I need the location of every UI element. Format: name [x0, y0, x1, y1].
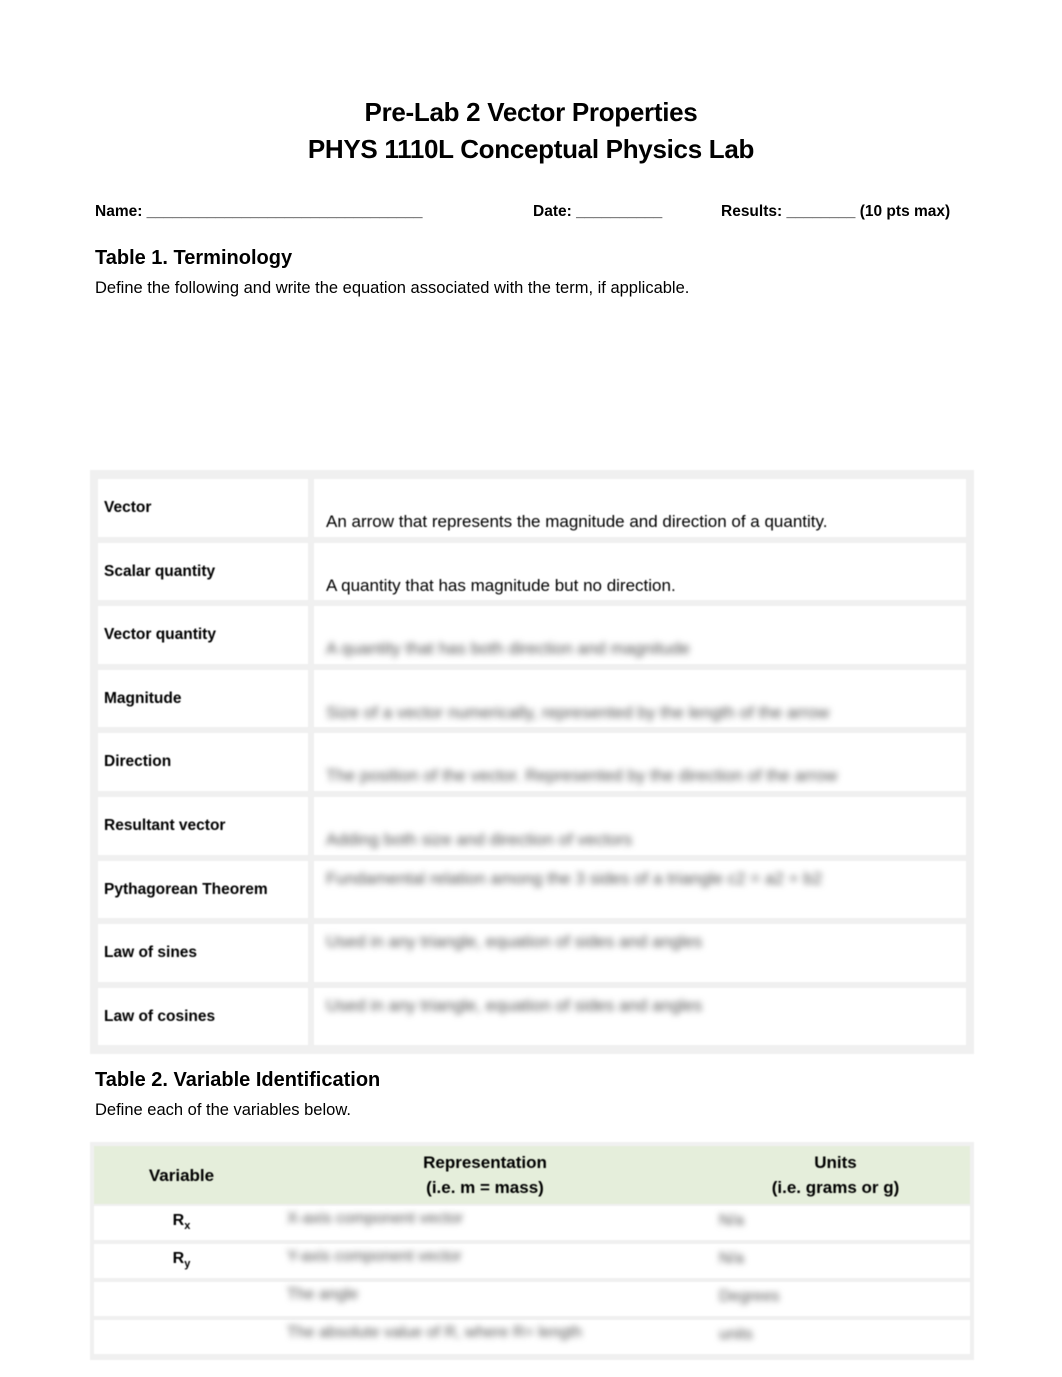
- table-row: Direction The position of the vector. Rep…: [96, 730, 968, 794]
- definition-text: A quantity that has magnitude but no dir…: [326, 575, 676, 595]
- units-cell[interactable]: N/a: [689, 1244, 970, 1278]
- representation-text: The angle: [287, 1286, 359, 1303]
- representation-cell[interactable]: The absolute value of R, where R= length: [269, 1320, 689, 1354]
- course-title: PHYS 1110L Conceptual Physics Lab: [307, 134, 755, 164]
- table-row: Resultant vector Adding both size and dir…: [96, 794, 968, 858]
- definition-text: A quantity that has both direction and m…: [326, 639, 690, 659]
- column-header-representation: Representation (i.e. m = mass): [275, 1146, 695, 1204]
- units-text: Degrees: [719, 1288, 780, 1305]
- header-line: (i.e. m = mass): [426, 1178, 544, 1197]
- units-text: N/a: [719, 1250, 744, 1267]
- definition-text: Fundamental relation among the 3 sides o…: [326, 868, 823, 888]
- units-cell[interactable]: units: [689, 1320, 970, 1354]
- term-cell: Law of cosines: [98, 987, 308, 1046]
- term-cell: Vector quantity: [98, 606, 308, 664]
- definition-text: The position of the vector. Represented …: [326, 766, 838, 786]
- definition-cell[interactable]: An arrow that represents the magnitude a…: [314, 479, 966, 537]
- term-cell: Vector: [98, 479, 308, 537]
- definition-text: Used in any triangle, equation of sides …: [326, 995, 703, 1015]
- representation-cell[interactable]: Y-axis component vector: [269, 1244, 689, 1278]
- term-cell: Direction: [98, 733, 308, 791]
- column-header-variable: Variable: [148, 1165, 215, 1185]
- definition-text: Used in any triangle, equation of sides …: [326, 932, 703, 952]
- definition-cell[interactable]: Adding both size and direction of vector…: [314, 796, 966, 855]
- table2-heading: Table 2. Variable Identification: [95, 1069, 381, 1091]
- header-line: Representation: [423, 1153, 547, 1172]
- representation-text: X-axis component vector: [287, 1210, 464, 1227]
- table-row: Scalar quantity A quantity that has magn…: [96, 540, 968, 604]
- term-cell: Resultant vector: [98, 796, 308, 855]
- table-row: Rx X-axis component vector N/a: [94, 1204, 970, 1242]
- document-title: Pre-Lab 2 Vector Properties: [364, 97, 698, 127]
- definition-cell[interactable]: The position of the vector. Represented …: [314, 733, 966, 791]
- table-row: Ry Y-axis component vector N/a: [94, 1242, 970, 1280]
- table-row: Law of sines Used in any triangle, equati…: [96, 921, 968, 985]
- column-header-units: Units (i.e. grams or g): [701, 1146, 970, 1204]
- definition-cell[interactable]: Size of a vector numerically, represente…: [314, 669, 966, 728]
- table1-heading: Table 1. Terminology: [95, 247, 293, 269]
- definition-cell[interactable]: Used in any triangle, equation of sides …: [314, 987, 966, 1046]
- table-row: Law of cosines Used in any triangle, equa…: [96, 985, 968, 1049]
- table2-instructions: Define each of the variables below.: [95, 1101, 351, 1119]
- table-row: The absolute value of R, where R= length…: [94, 1318, 970, 1356]
- units-cell[interactable]: N/a: [689, 1206, 970, 1240]
- table-row: Vector An arrow that represents the magni…: [96, 476, 968, 540]
- terminology-table: Vector An arrow that represents the magni…: [90, 470, 974, 1055]
- variable-cell: [94, 1320, 269, 1354]
- definition-text: An arrow that represents the magnitude a…: [326, 512, 828, 531]
- units-cell[interactable]: Degrees: [689, 1282, 970, 1316]
- table-header-row: Variable Representation (i.e. m = mass) U…: [94, 1146, 970, 1204]
- table-row: The angle Degrees: [94, 1280, 970, 1318]
- representation-cell[interactable]: X-axis component vector: [269, 1206, 689, 1240]
- definition-cell[interactable]: A quantity that has both direction and m…: [314, 606, 966, 664]
- definition-cell[interactable]: Fundamental relation among the 3 sides o…: [314, 860, 966, 919]
- variable-cell: [94, 1282, 269, 1316]
- term-cell: Magnitude: [98, 669, 308, 728]
- variable-cell: Rx: [94, 1206, 269, 1240]
- units-text: units: [719, 1326, 753, 1343]
- representation-text: The absolute value of R, where R= length: [287, 1324, 582, 1341]
- definition-cell[interactable]: A quantity that has magnitude but no dir…: [314, 542, 966, 601]
- table-row: Pythagorean Theorem Fundamental relation …: [96, 858, 968, 922]
- definition-text: Size of a vector numerically, represente…: [326, 702, 830, 722]
- term-cell: Pythagorean Theorem: [98, 860, 308, 919]
- variable-table: Variable Representation (i.e. m = mass) U…: [90, 1142, 974, 1360]
- representation-cell[interactable]: The angle: [269, 1282, 689, 1316]
- table-row: Magnitude Size of a vector numerically, r…: [96, 667, 968, 731]
- term-cell: Law of sines: [98, 924, 308, 982]
- table1-instructions: Define the following and write the equat…: [95, 279, 690, 297]
- units-text: N/a: [719, 1212, 744, 1229]
- header-line: (i.e. grams or g): [771, 1178, 900, 1197]
- date-field[interactable]: Date: __________: [533, 203, 662, 221]
- representation-text: Y-axis component vector: [287, 1248, 462, 1265]
- definition-text: Adding both size and direction of vector…: [326, 829, 633, 849]
- definition-cell[interactable]: Used in any triangle, equation of sides …: [314, 924, 966, 982]
- term-cell: Scalar quantity: [98, 542, 308, 601]
- variable-cell: Ry: [94, 1244, 269, 1278]
- results-field[interactable]: Results: ________ (10 pts max): [721, 203, 950, 221]
- name-field[interactable]: Name: ________________________________: [95, 203, 423, 221]
- header-line: Units: [814, 1153, 857, 1172]
- table-row: Vector quantity A quantity that has both …: [96, 603, 968, 667]
